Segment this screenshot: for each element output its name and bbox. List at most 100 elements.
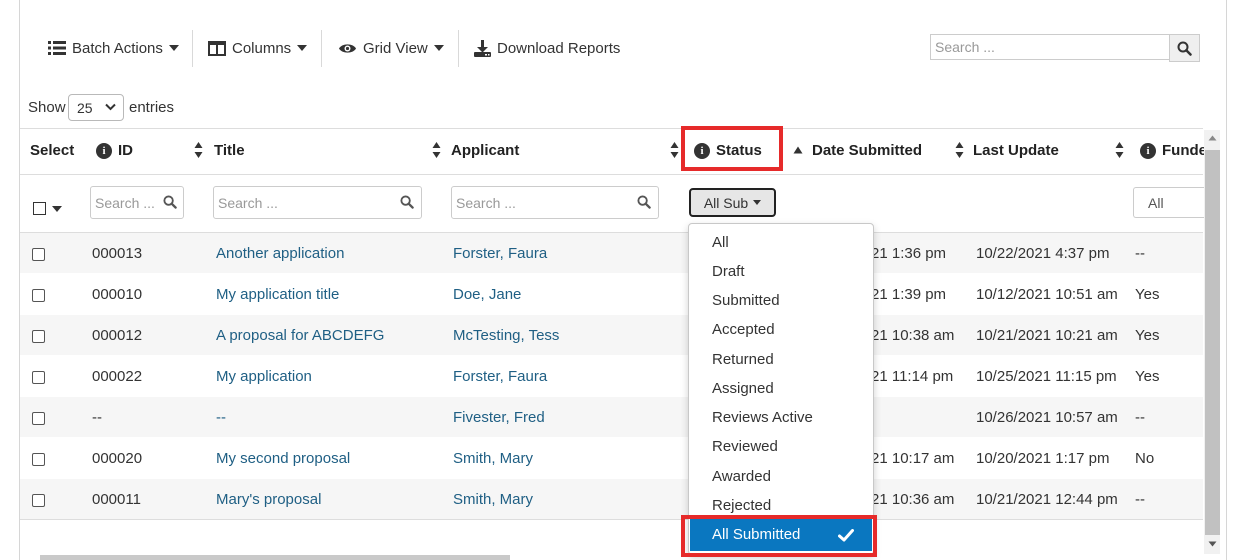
sort-icon[interactable] [1115,141,1124,159]
col-header-applicant-label: Applicant [451,142,520,159]
download-reports-button[interactable]: Download Reports [474,36,620,60]
row-checkbox[interactable] [32,494,45,507]
grid-view-label: Grid View [363,39,428,57]
table-row[interactable]: 000020 My second proposal Smith, Mary 21… [20,438,1203,478]
applicant-filter-input[interactable] [451,186,659,219]
search-icon [1177,41,1192,56]
table-row[interactable]: 000022 My application Forster, Faura 21 … [20,356,1203,396]
row-applicant-link[interactable]: Forster, Faura [453,245,547,262]
col-header-last-update[interactable]: Last Update [973,142,1059,159]
status-option-returned[interactable]: Returned [712,351,774,368]
table-row[interactable]: 000012 A proposal for ABCDEFG McTesting,… [20,315,1203,355]
status-option-reviews-active[interactable]: Reviews Active [712,409,813,426]
row-id: 000010 [92,286,143,303]
funded-filter-value: All [1148,195,1164,211]
row-title-link[interactable]: -- [216,409,226,426]
info-icon: i [96,142,112,159]
row-id: 000022 [92,368,143,385]
row-date-submitted: 21 1:36 pm [871,245,947,262]
row-funded: Yes [1135,327,1160,344]
row-date-submitted: 21 10:36 am [871,491,955,508]
col-header-date-submitted[interactable]: Date Submitted [812,142,922,159]
row-title-link[interactable]: Another application [216,245,344,262]
sort-icon[interactable] [955,141,964,159]
row-last-update: 10/25/2021 11:15 pm [976,368,1117,385]
row-checkbox[interactable] [32,412,45,425]
download-reports-label: Download Reports [497,39,621,57]
row-id: 000011 [92,491,141,508]
download-icon [474,39,491,57]
row-checkbox[interactable] [32,371,45,384]
sort-asc-icon[interactable] [793,146,803,154]
row-applicant-link[interactable]: Doe, Jane [453,286,521,303]
entries-label: entries [129,99,175,116]
grid-view-button[interactable]: Grid View [338,36,444,60]
select-all-checkbox[interactable] [33,202,46,215]
select-menu-chevron-icon[interactable] [52,206,62,212]
row-title-link[interactable]: A proposal for ABCDEFG [216,327,384,344]
col-header-id[interactable]: i ID [96,142,133,159]
status-option-submitted[interactable]: Submitted [712,292,780,309]
sort-icon[interactable] [194,141,203,159]
scroll-up-icon[interactable] [1208,135,1217,141]
table-row[interactable]: -- -- Fivester, Fred 10/26/2021 10:57 am… [20,397,1203,437]
row-applicant-link[interactable]: Fivester, Fred [453,409,545,426]
status-option-all-submitted[interactable]: All Submitted [690,519,872,551]
col-header-applicant[interactable]: Applicant [451,142,519,159]
status-option-accepted[interactable]: Accepted [712,321,775,338]
row-checkbox[interactable] [32,330,45,343]
entries-select[interactable]: 25 [68,94,124,121]
row-applicant-link[interactable]: Forster, Faura [453,368,547,385]
search-button[interactable] [1169,34,1200,62]
row-applicant-link[interactable]: Smith, Mary [453,450,533,467]
col-header-title[interactable]: Title [214,142,245,159]
row-title-link[interactable]: My application [216,368,312,385]
scrollbar-thumb[interactable] [1205,150,1220,535]
status-option-assigned[interactable]: Assigned [712,380,774,397]
status-dropdown-menu: All Draft Submitted Accepted Returned As… [688,223,874,555]
status-option-draft[interactable]: Draft [712,263,745,280]
table-row[interactable]: 000013 Another application Forster, Faur… [20,233,1203,273]
row-checkbox[interactable] [32,453,45,466]
row-last-update: 10/26/2021 10:57 am [976,409,1118,426]
table-row[interactable]: 000010 My application title Doe, Jane 21… [20,274,1203,314]
sort-icon[interactable] [432,141,441,159]
batch-actions-button[interactable]: Batch Actions [48,36,179,60]
status-filter-button[interactable]: All Sub [689,188,776,217]
table-row[interactable]: 000011 Mary's proposal Smith, Mary 21 10… [20,479,1203,519]
row-title-link[interactable]: My second proposal [216,450,350,467]
scroll-down-icon[interactable] [1208,541,1217,547]
row-title-link[interactable]: Mary's proposal [216,491,321,508]
row-date-submitted: 21 10:38 am [871,327,955,344]
columns-button[interactable]: Columns [208,36,308,60]
row-date-submitted: 21 1:39 pm [871,286,947,303]
toolbar-divider [458,30,459,67]
row-checkbox[interactable] [32,248,45,261]
funded-filter-select[interactable]: All [1133,187,1205,218]
col-header-status-label: Status [716,142,762,159]
col-header-funded[interactable]: i Funde [1140,142,1207,159]
row-checkbox[interactable] [32,289,45,302]
search-input[interactable] [930,34,1169,60]
row-last-update: 10/21/2021 12:44 pm [976,491,1118,508]
col-header-status[interactable]: i Status [694,142,762,159]
row-date-submitted: 21 10:17 am [871,450,955,467]
title-filter-input[interactable] [213,186,422,219]
status-option-rejected[interactable]: Rejected [712,497,771,514]
table-bottom-border [20,519,1203,520]
row-funded: -- [1135,245,1145,262]
table-top-border [20,128,1203,129]
status-option-awarded[interactable]: Awarded [712,468,771,485]
info-icon: i [1140,142,1156,159]
row-applicant-link[interactable]: Smith, Mary [453,491,533,508]
row-id: 000012 [92,327,143,344]
chevron-down-icon [105,103,116,111]
row-applicant-link[interactable]: McTesting, Tess [453,327,559,344]
status-option-all[interactable]: All [712,234,729,251]
chevron-down-icon [433,45,444,51]
status-option-reviewed[interactable]: Reviewed [712,438,778,455]
row-last-update: 10/21/2021 10:21 am [976,327,1118,344]
sort-icon[interactable] [670,141,679,159]
horizontal-scrollbar-thumb[interactable] [40,555,510,560]
row-title-link[interactable]: My application title [216,286,339,303]
